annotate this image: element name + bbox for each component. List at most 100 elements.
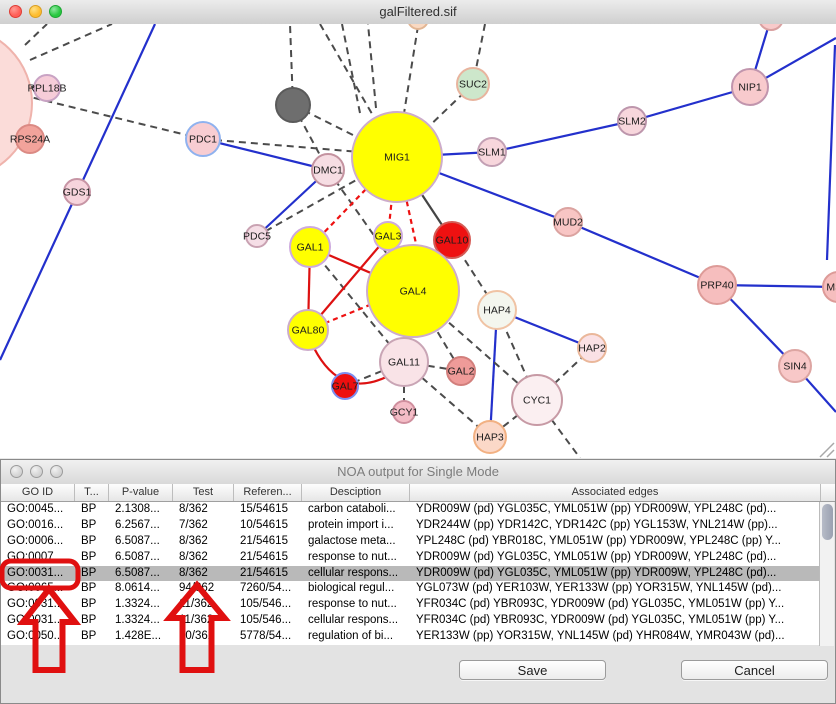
edge-blue	[568, 222, 717, 285]
table-cell[interactable]: GO:0050...	[1, 629, 75, 645]
table-cell[interactable]: BP	[75, 613, 109, 629]
table-cell[interactable]: cellular respons...	[302, 613, 410, 629]
table-cell[interactable]: 7260/54...	[234, 581, 302, 597]
node-top-peach-node[interactable]	[408, 24, 428, 29]
column-header-pvalue[interactable]: P-value	[109, 484, 173, 501]
table-cell[interactable]: 21/54615	[234, 566, 302, 582]
table-cell[interactable]: 8.0614...	[109, 581, 173, 597]
table-cell[interactable]: regulation of bi...	[302, 629, 410, 645]
table-cell[interactable]: biological regul...	[302, 581, 410, 597]
table-cell[interactable]: YDR009W (pd) YGL035C, YML051W (pp) YDR00…	[410, 502, 821, 518]
table-row[interactable]: GO:0016...BP6.2567...7/36210/54615protei…	[1, 518, 820, 534]
column-header-t[interactable]: T...	[75, 484, 109, 501]
table-row[interactable]: GO:0045...BP2.1308...8/36215/54615carbon…	[1, 502, 820, 518]
table-scrollbar[interactable]	[819, 502, 834, 646]
table-cell[interactable]: 7/362	[173, 518, 234, 534]
node-label-PDC5: PDC5	[243, 231, 271, 243]
table-cell[interactable]: BP	[75, 566, 109, 582]
table-row[interactable]: GO:0065...BP8.0614...94/3627260/54...bio…	[1, 581, 820, 597]
table-cell[interactable]: YDR009W (pd) YGL035C, YML051W (pp) YDR00…	[410, 566, 821, 582]
table-cell[interactable]: 21/54615	[234, 534, 302, 550]
table-cell[interactable]: 2.1308...	[109, 502, 173, 518]
table-cell[interactable]: 6.2567...	[109, 518, 173, 534]
network-window-titlebar[interactable]: galFiltered.sif	[0, 0, 836, 25]
table-cell[interactable]: 80/362	[173, 629, 234, 645]
table-cell[interactable]: cellular respons...	[302, 566, 410, 582]
table-cell[interactable]: 8/362	[173, 550, 234, 566]
table-cell[interactable]: YFR034C (pd) YBR093C, YDR009W (pd) YGL03…	[410, 613, 821, 629]
table-cell[interactable]: YDR009W (pd) YGL035C, YML051W (pp) YDR00…	[410, 550, 821, 566]
network-canvas[interactable]: RPL18BRPS24AGDS1PDC1DMC1PDC5MIG1SUC2SLM1…	[0, 24, 836, 458]
table-cell[interactable]: 1.3324...	[109, 613, 173, 629]
column-header-referen[interactable]: Referen...	[234, 484, 302, 501]
table-cell[interactable]: 8/362	[173, 566, 234, 582]
table-header[interactable]: GO IDT...P-valueTestReferen...Desciption…	[1, 484, 835, 502]
table-row[interactable]: GO:0031...BP6.5087...8/36221/54615cellul…	[1, 566, 820, 582]
table-cell[interactable]: BP	[75, 518, 109, 534]
node-label-GAL4: GAL4	[400, 286, 427, 298]
column-header-filler	[821, 484, 836, 501]
table-cell[interactable]: BP	[75, 597, 109, 613]
noa-window-title: NOA output for Single Mode	[1, 460, 835, 484]
table-cell[interactable]: 94/362	[173, 581, 234, 597]
table-cell[interactable]: GO:0006...	[1, 534, 75, 550]
node-big-left-node[interactable]	[0, 27, 32, 179]
node-label-MSN: MSN	[826, 282, 836, 294]
table-row[interactable]: GO:0031...BP1.3324...11/362105/546...cel…	[1, 613, 820, 629]
table-row[interactable]: GO:0031...BP1.3324...11/362105/546...res…	[1, 597, 820, 613]
table-cell[interactable]: GO:0045...	[1, 502, 75, 518]
column-header-associatededges[interactable]: Associated edges	[410, 484, 821, 501]
table-cell[interactable]: YDR244W (pp) YDR142C, YDR142C (pp) YGL15…	[410, 518, 821, 534]
resize-grip-icon[interactable]	[820, 443, 834, 457]
node-top-right-node[interactable]	[759, 24, 783, 30]
table-cell[interactable]: GO:0031...	[1, 566, 75, 582]
table-cell[interactable]: BP	[75, 629, 109, 645]
table-cell[interactable]: 6.5087...	[109, 534, 173, 550]
table-cell[interactable]: response to nut...	[302, 597, 410, 613]
table-cell[interactable]: 105/546...	[234, 613, 302, 629]
node-label-SUC2: SUC2	[459, 79, 487, 91]
table-cell[interactable]: GO:0007...	[1, 550, 75, 566]
table-cell[interactable]: response to nut...	[302, 550, 410, 566]
table-cell[interactable]: BP	[75, 534, 109, 550]
table-cell[interactable]: 10/54615	[234, 518, 302, 534]
table-row[interactable]: GO:0007...BP6.5087...8/36221/54615respon…	[1, 550, 820, 566]
network-graph: RPL18BRPS24AGDS1PDC1DMC1PDC5MIG1SUC2SLM1…	[0, 24, 836, 458]
table-row[interactable]: GO:0006...BP6.5087...8/36221/54615galact…	[1, 534, 820, 550]
table-cell[interactable]: 11/362	[173, 613, 234, 629]
table-cell[interactable]: 1.3324...	[109, 597, 173, 613]
table-cell[interactable]: GO:0016...	[1, 518, 75, 534]
table-cell[interactable]: 15/54615	[234, 502, 302, 518]
table-cell[interactable]: 1.428E...	[109, 629, 173, 645]
table-cell[interactable]: YGL073W (pd) YER103W, YER133W (pp) YOR31…	[410, 581, 821, 597]
table-cell[interactable]: GO:0031...	[1, 613, 75, 629]
noa-window-titlebar[interactable]: NOA output for Single Mode	[1, 460, 835, 485]
table-cell[interactable]: 11/362	[173, 597, 234, 613]
table-cell[interactable]: 105/546...	[234, 597, 302, 613]
table-cell[interactable]: GO:0065...	[1, 581, 75, 597]
table-cell[interactable]: BP	[75, 581, 109, 597]
column-header-goid[interactable]: GO ID	[1, 484, 75, 501]
table-cell[interactable]: protein import i...	[302, 518, 410, 534]
table-cell[interactable]: YPL248C (pd) YBR018C, YML051W (pp) YDR00…	[410, 534, 821, 550]
table-cell[interactable]: YFR034C (pd) YBR093C, YDR009W (pd) YGL03…	[410, 597, 821, 613]
table-cell[interactable]: BP	[75, 550, 109, 566]
column-header-desciption[interactable]: Desciption	[302, 484, 410, 501]
table-cell[interactable]: YER133W (pp) YOR315W, YNL145W (pd) YHR08…	[410, 629, 821, 645]
table-cell[interactable]: galactose meta...	[302, 534, 410, 550]
table-cell[interactable]: BP	[75, 502, 109, 518]
table-cell[interactable]: 8/362	[173, 502, 234, 518]
table-row[interactable]: GO:0050...BP1.428E...80/3625778/54...reg…	[1, 629, 820, 645]
table-cell[interactable]: 8/362	[173, 534, 234, 550]
scrollbar-thumb[interactable]	[822, 504, 833, 540]
table-cell[interactable]: 5778/54...	[234, 629, 302, 645]
node-gray-node[interactable]	[276, 88, 310, 122]
table-cell[interactable]: 6.5087...	[109, 550, 173, 566]
table-cell[interactable]: 6.5087...	[109, 566, 173, 582]
cancel-button[interactable]: Cancel	[681, 660, 828, 680]
table-cell[interactable]: 21/54615	[234, 550, 302, 566]
table-cell[interactable]: GO:0031...	[1, 597, 75, 613]
table-cell[interactable]: carbon cataboli...	[302, 502, 410, 518]
save-button[interactable]: Save	[459, 660, 606, 680]
column-header-test[interactable]: Test	[173, 484, 234, 501]
